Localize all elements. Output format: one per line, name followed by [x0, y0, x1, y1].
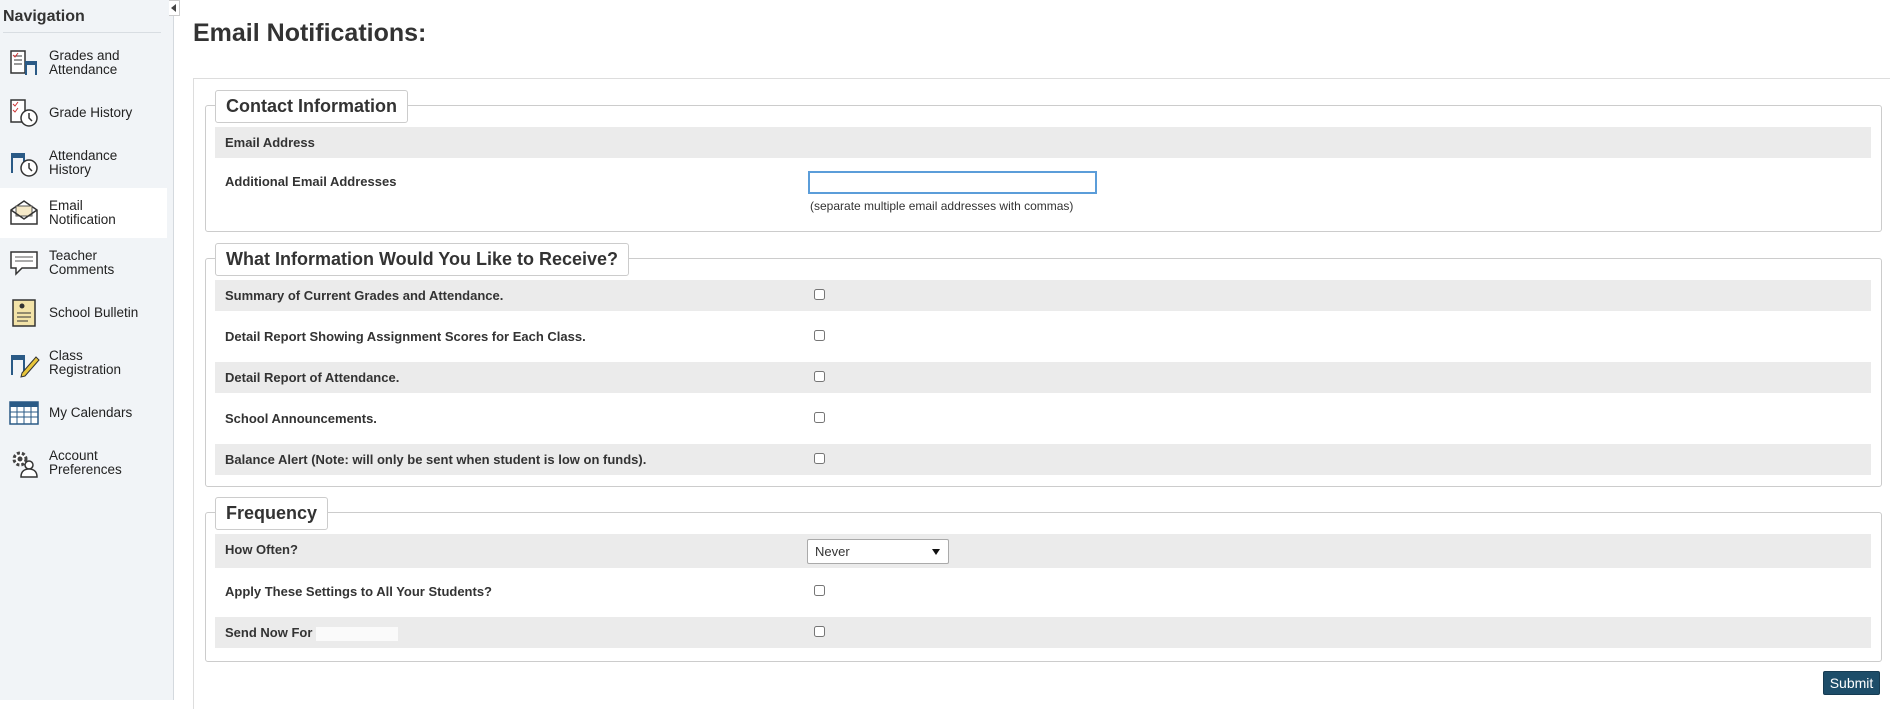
email-notification-icon: [7, 196, 41, 230]
detail-attendance-checkbox[interactable]: [814, 371, 825, 382]
receive-information-section: What Information Would You Like to Recei…: [205, 243, 1882, 487]
summary-grades-label: Summary of Current Grades and Attendance…: [225, 288, 504, 303]
collapse-sidebar-icon[interactable]: [169, 0, 180, 16]
how-often-select[interactable]: Never: [807, 539, 949, 564]
page-title: Email Notifications:: [193, 19, 427, 47]
balance-alert-checkbox[interactable]: [814, 453, 825, 464]
sidebar-item-label: Attendance History: [49, 148, 118, 177]
sidebar-item-label: School Bulletin: [49, 305, 139, 320]
email-address-label: Email Address: [225, 135, 315, 150]
class-registration-icon: [7, 346, 41, 380]
receive-information-legend: What Information Would You Like to Recei…: [215, 243, 630, 276]
sidebar-item-class-registration[interactable]: Class Registration: [0, 338, 167, 388]
grade-history-icon: [7, 96, 41, 130]
detail-attendance-label: Detail Report of Attendance.: [225, 370, 400, 385]
sidebar-item-email-notification[interactable]: Email Notification: [0, 188, 167, 238]
sidebar-item-attendance-history[interactable]: Attendance History: [0, 138, 167, 188]
balance-alert-label: Balance Alert (Note: will only be sent w…: [225, 452, 647, 467]
redacted-student-name: [316, 626, 399, 641]
teacher-comments-icon: [7, 246, 41, 280]
summary-grades-checkbox[interactable]: [814, 289, 825, 300]
send-now-checkbox[interactable]: [814, 626, 825, 637]
my-calendars-icon: [7, 396, 41, 430]
attendance-history-icon: [7, 146, 41, 180]
detail-assignment-checkbox[interactable]: [814, 330, 825, 341]
apply-settings-row: Apply These Settings to All Your Student…: [215, 576, 1871, 607]
send-now-label: Send Now For: [225, 625, 313, 640]
sidebar-item-school-bulletin[interactable]: School Bulletin: [0, 288, 167, 338]
sidebar: Navigation Grades and Attendance Grade H…: [0, 0, 180, 700]
sidebar-item-label: Account Preferences: [49, 448, 122, 477]
sidebar-item-label: Teacher Comments: [49, 248, 115, 277]
additional-email-input[interactable]: [808, 171, 1097, 194]
send-now-row: Send Now For: [215, 617, 1871, 648]
apply-settings-label: Apply These Settings to All Your Student…: [225, 584, 493, 599]
receive-option-row: Detail Report of Attendance.: [215, 362, 1871, 393]
sidebar-item-label: Grade History: [49, 105, 133, 120]
school-bulletin-icon: [7, 296, 41, 330]
contact-information-legend: Contact Information: [215, 90, 408, 123]
school-announcements-checkbox[interactable]: [814, 412, 825, 423]
sidebar-item-account-preferences[interactable]: Account Preferences: [0, 438, 167, 488]
frequency-section: Frequency How Often? Apply These Setting…: [205, 497, 1882, 662]
email-address-row: Email Address: [215, 127, 1871, 158]
dropdown-arrow-icon: [932, 549, 940, 555]
how-often-label: How Often?: [225, 542, 298, 557]
how-often-row: How Often?: [215, 534, 1871, 568]
receive-option-row: School Announcements.: [215, 403, 1871, 434]
grades-attendance-icon: [7, 46, 41, 80]
account-preferences-icon: [7, 446, 41, 480]
sidebar-item-my-calendars[interactable]: My Calendars: [0, 388, 167, 438]
how-often-selected-value: Never: [815, 544, 850, 559]
sidebar-item-label: Grades and Attendance: [49, 48, 120, 77]
receive-option-row: Detail Report Showing Assignment Scores …: [215, 321, 1871, 352]
frequency-legend: Frequency: [215, 497, 329, 530]
send-now-label-wrap: Send Now For: [225, 625, 399, 641]
sidebar-item-grade-history[interactable]: Grade History: [0, 88, 167, 138]
apply-settings-checkbox[interactable]: [814, 585, 825, 596]
additional-email-label: Additional Email Addresses: [225, 174, 397, 189]
sidebar-title: Navigation: [3, 8, 161, 33]
sidebar-item-label: Email Notification: [49, 198, 116, 227]
submit-button[interactable]: Submit: [1823, 671, 1880, 695]
sidebar-item-grades-attendance[interactable]: Grades and Attendance: [0, 38, 167, 88]
receive-option-row: Summary of Current Grades and Attendance…: [215, 280, 1871, 311]
detail-assignment-label: Detail Report Showing Assignment Scores …: [225, 329, 586, 344]
additional-email-hint: (separate multiple email addresses with …: [810, 199, 1074, 213]
sidebar-item-label: Class Registration: [49, 348, 122, 377]
sidebar-item-label: My Calendars: [49, 405, 133, 420]
school-announcements-label: School Announcements.: [225, 411, 377, 426]
receive-option-row: Balance Alert (Note: will only be sent w…: [215, 444, 1871, 475]
sidebar-item-teacher-comments[interactable]: Teacher Comments: [0, 238, 167, 288]
